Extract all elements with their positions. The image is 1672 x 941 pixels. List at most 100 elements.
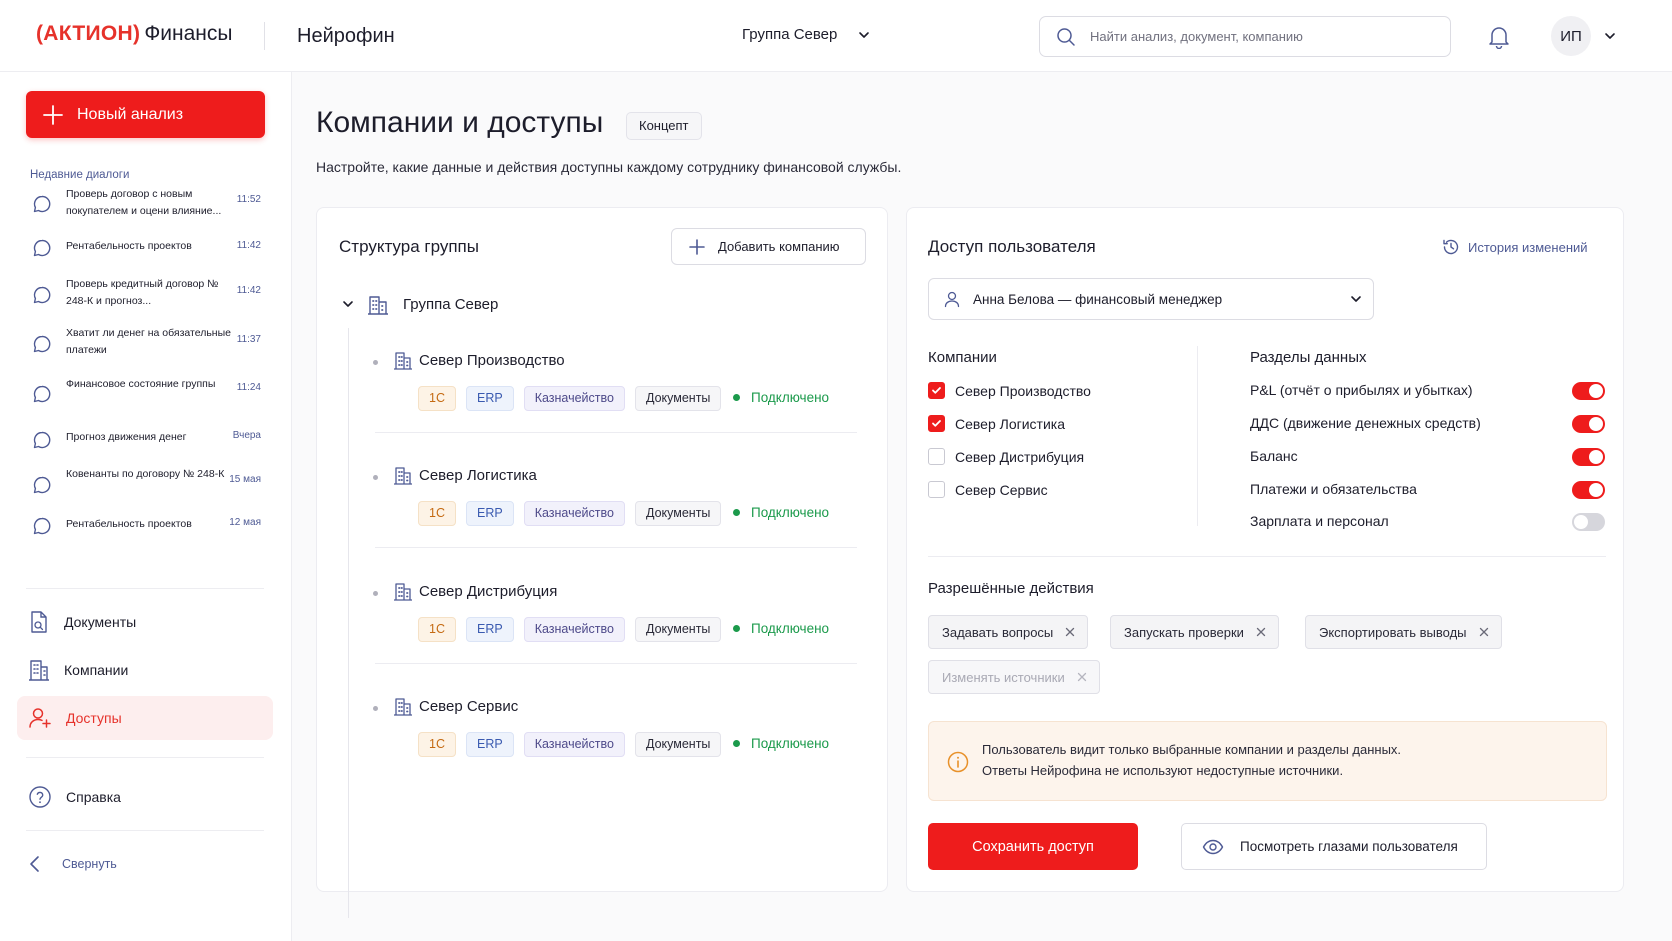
logo-suffix: Финансы — [144, 22, 233, 45]
tag-treasury: Казначейство — [523, 501, 625, 526]
view-as-user-button[interactable]: Посмотреть глазами пользователя — [1181, 823, 1487, 870]
status-badge: Подключено — [733, 505, 829, 520]
building-icon — [368, 296, 388, 315]
collapse-sidebar-button[interactable]: Свернуть — [28, 854, 117, 874]
data-section-row: P&L (отчёт о прибылях и убытках) — [1250, 380, 1605, 402]
source-tags: 1С ERP Казначейство Документы — [418, 732, 731, 757]
check-icon — [932, 387, 941, 394]
company-checkbox-row[interactable]: Север Производство — [928, 382, 1091, 399]
add-company-button[interactable]: Добавить компанию — [671, 228, 866, 265]
company-name: Север Логистика — [419, 467, 537, 484]
company-name: Север Сервис — [419, 698, 519, 715]
building-icon — [394, 352, 412, 370]
checkbox-unchecked[interactable] — [928, 448, 945, 465]
data-section-row: Баланс — [1250, 446, 1605, 468]
close-icon[interactable] — [1256, 627, 1266, 637]
company-divider — [375, 547, 857, 548]
search-icon — [1057, 27, 1075, 46]
dialog-text: Рентабельность проектов — [66, 518, 192, 530]
section-divider — [928, 556, 1606, 557]
checkbox-label: Север Сервис — [955, 481, 1048, 498]
tag-documents: Документы — [634, 617, 722, 642]
company-checkbox-row[interactable]: Север Дистрибуция — [928, 448, 1084, 465]
dialog-text: Проверь договор с новым покупателем и оц… — [66, 188, 222, 217]
sidebar-item-access[interactable]: Доступы — [17, 696, 273, 740]
chevron-down-icon[interactable] — [1603, 29, 1617, 43]
chat-bubble-icon — [33, 517, 51, 535]
dialog-text: Хватит ли денег на обязательные платежи — [66, 327, 231, 356]
new-analysis-button[interactable]: Новый анализ — [26, 91, 265, 138]
tree-connector — [348, 328, 349, 918]
search-box[interactable] — [1039, 16, 1451, 57]
help-circle-icon — [29, 786, 51, 808]
checkbox-unchecked[interactable] — [928, 481, 945, 498]
sidebar-divider — [26, 588, 264, 589]
chat-bubble-icon — [33, 286, 51, 304]
search-input[interactable] — [1090, 29, 1430, 44]
info-notice: Пользователь видит только выбранные комп… — [928, 721, 1607, 801]
logo[interactable]: (АКТИОН) Финансы — [36, 22, 233, 46]
close-icon[interactable] — [1065, 627, 1075, 637]
tree-node-dot — [373, 360, 378, 365]
data-section-label: P&L (отчёт о прибылях и убытках) — [1250, 382, 1473, 398]
tag-1c: 1С — [418, 617, 456, 642]
company-checkbox-row[interactable]: Север Сервис — [928, 481, 1048, 498]
action-chip[interactable]: Экспортировать выводы — [1305, 615, 1502, 649]
tag-erp: ERP — [465, 501, 514, 526]
close-icon[interactable] — [1479, 627, 1489, 637]
logo-brand: (АКТИОН) — [36, 22, 141, 45]
info-icon — [947, 751, 969, 773]
toggle-off[interactable] — [1572, 513, 1605, 531]
toggle-on[interactable] — [1572, 481, 1605, 499]
user-plus-icon — [29, 708, 51, 728]
action-chip-disabled[interactable]: Изменять источники — [928, 660, 1100, 694]
data-section-label: Баланс — [1250, 448, 1298, 464]
building-icon — [394, 467, 412, 485]
toggle-on[interactable] — [1572, 448, 1605, 466]
status-badge: Подключено — [733, 390, 829, 405]
group-structure-card: Структура группы Добавить компанию Групп… — [316, 207, 888, 918]
checkbox-checked[interactable] — [928, 415, 945, 432]
bell-icon[interactable] — [1488, 25, 1510, 49]
action-chip[interactable]: Запускать проверки — [1110, 615, 1279, 649]
group-structure-title: Структура группы — [339, 237, 479, 256]
checkbox-label: Север Логистика — [955, 415, 1065, 432]
add-company-label: Добавить компанию — [718, 239, 840, 254]
tag-1c: 1С — [418, 386, 456, 411]
avatar[interactable]: ИП — [1551, 16, 1591, 56]
tag-documents: Документы — [634, 732, 722, 757]
sidebar-item-help[interactable]: Справка — [17, 775, 273, 819]
data-sections-title: Разделы данных — [1250, 349, 1367, 366]
group-selector-label: Группа Север — [742, 26, 838, 43]
action-chip[interactable]: Задавать вопросы — [928, 615, 1089, 649]
sidebar-item-companies[interactable]: Компании — [17, 648, 273, 692]
sidebar-item-label: Компании — [64, 662, 129, 678]
toggle-on[interactable] — [1572, 382, 1605, 400]
header-divider — [264, 22, 265, 50]
document-icon — [31, 611, 47, 633]
product-name: Нейрофин — [297, 25, 395, 47]
status-label: Подключено — [751, 621, 830, 636]
dialog-time: 11:52 — [236, 194, 261, 205]
sidebar: Новый анализ Недавние диалоги Проверь до… — [0, 72, 292, 941]
dialog-time: 11:37 — [236, 334, 261, 345]
history-link[interactable]: История изменений — [1442, 238, 1588, 256]
dialog-time: 12 мая — [229, 517, 261, 528]
dialog-time: 11:42 — [236, 285, 261, 296]
chevron-down-icon — [859, 31, 870, 38]
dialog-text: Прогноз движения денег — [66, 431, 187, 443]
user-selector[interactable]: Анна Белова — финансовый менеджер — [928, 278, 1374, 320]
group-selector[interactable]: Группа Север — [742, 26, 871, 43]
notice-text: Пользователь видит только выбранные комп… — [982, 739, 1401, 781]
status-label: Подключено — [751, 736, 830, 751]
page-subtitle: Настройте, какие данные и действия досту… — [316, 159, 902, 175]
sidebar-item-documents[interactable]: Документы — [17, 600, 273, 644]
tag-treasury: Казначейство — [523, 732, 625, 757]
company-name: Север Дистрибуция — [419, 583, 558, 600]
save-access-button[interactable]: Сохранить доступ — [928, 823, 1138, 870]
dialog-time: 11:24 — [236, 382, 261, 393]
tree-root-group[interactable]: Группа Север — [341, 293, 498, 315]
company-checkbox-row[interactable]: Север Логистика — [928, 415, 1065, 432]
checkbox-checked[interactable] — [928, 382, 945, 399]
toggle-on[interactable] — [1572, 415, 1605, 433]
